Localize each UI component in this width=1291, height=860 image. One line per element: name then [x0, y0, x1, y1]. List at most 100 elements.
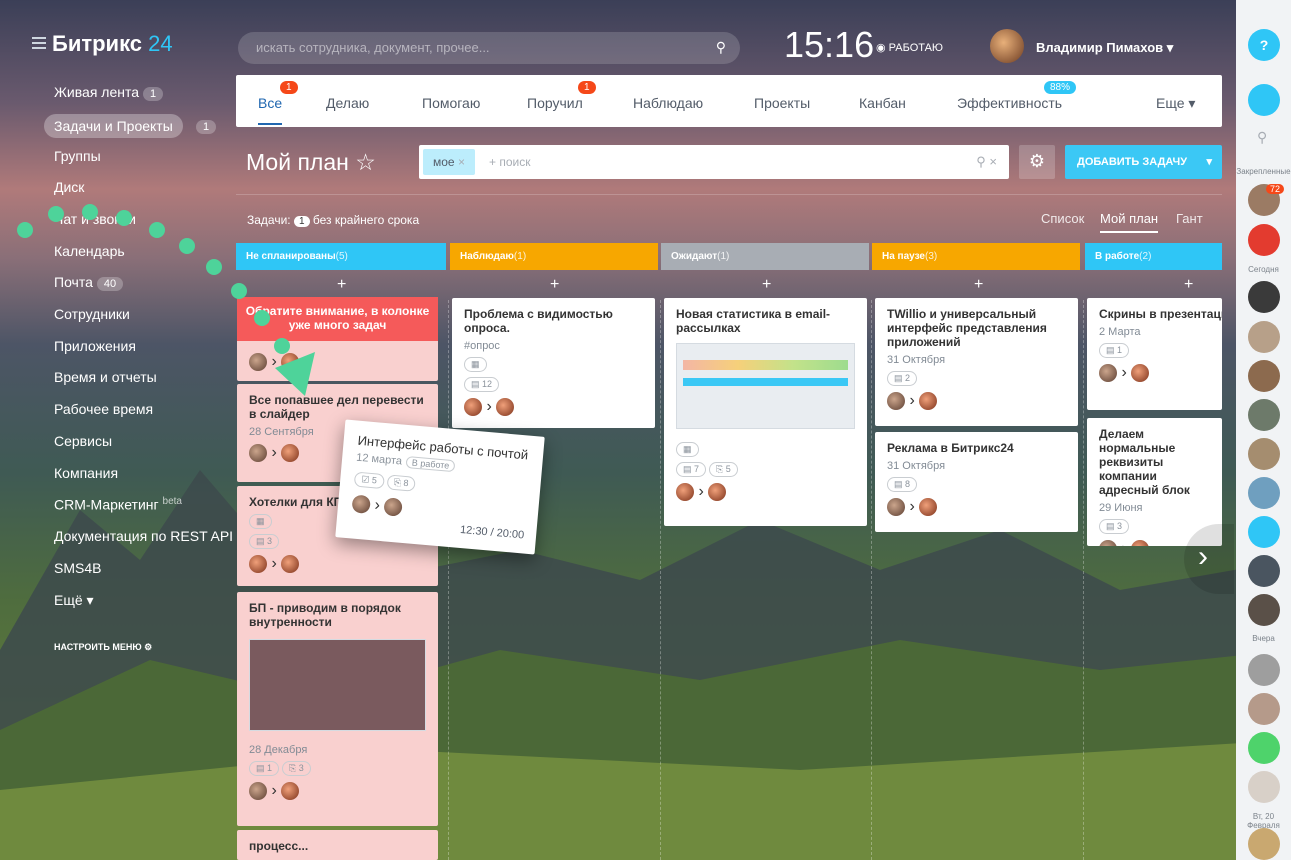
- add-card-icon[interactable]: +: [337, 276, 346, 294]
- drag-path-dot: [231, 283, 247, 299]
- avatar[interactable]: [1248, 281, 1280, 313]
- add-card-icon[interactable]: +: [550, 276, 559, 294]
- logo[interactable]: Битрикс 24: [52, 31, 173, 57]
- user-menu[interactable]: Владимир Пимахов ▾: [1036, 40, 1173, 56]
- clock[interactable]: 15:16: [784, 24, 874, 66]
- tab-helping[interactable]: Помогаю: [422, 95, 480, 111]
- avatar[interactable]: [1248, 224, 1280, 256]
- avatar[interactable]: [1248, 828, 1280, 860]
- avatar[interactable]: [1248, 693, 1280, 725]
- sidebar-item-tasks[interactable]: Задачи и Проекты: [44, 114, 183, 138]
- comments-count: ▤ 12: [464, 377, 500, 392]
- search-icon[interactable]: ⚲ ×: [976, 154, 997, 170]
- search-icon[interactable]: ⚲: [1257, 129, 1267, 146]
- add-task-button[interactable]: ДОБАВИТЬ ЗАДАЧУ ▾: [1065, 145, 1222, 179]
- tab-efficiency[interactable]: Эффективность 88%: [957, 81, 1077, 111]
- tab-all[interactable]: Все 1: [258, 81, 298, 125]
- setup-menu-button[interactable]: НАСТРОИТЬ МЕНЮ ⚙: [54, 642, 152, 653]
- task-card[interactable]: TWillio и универсальный интерфейс предст…: [875, 298, 1078, 426]
- avatars: ›: [1087, 358, 1222, 388]
- column-divider: [448, 300, 449, 860]
- tabs-bar: Все 1 Делаю Помогаю Поручил 1 Наблюдаю Про…: [236, 75, 1222, 127]
- column-header-paused[interactable]: На паузе(3): [872, 243, 1080, 270]
- column-header-unplanned[interactable]: Не спланированы(5): [236, 243, 446, 270]
- sidebar-item-employees[interactable]: Сотрудники: [54, 306, 130, 322]
- tab-watching[interactable]: Наблюдаю: [633, 95, 703, 111]
- filter-search[interactable]: мое × + поиск ⚲ ×: [419, 145, 1009, 179]
- task-card[interactable]: Новая статистика в email-рассылках ▦ ▤ 7…: [664, 298, 867, 526]
- chat-icon[interactable]: [1248, 516, 1280, 548]
- tab-projects[interactable]: Проекты: [754, 95, 810, 111]
- gear-icon: ⚙: [144, 642, 153, 652]
- tab-kanban[interactable]: Канбан: [859, 95, 906, 111]
- work-status[interactable]: ◉ РАБОТАЮ: [876, 41, 943, 54]
- app-window: Битрикс 24 искать сотрудника, документ, …: [0, 0, 1291, 860]
- avatar[interactable]: [1248, 438, 1280, 470]
- sidebar-item-calendar[interactable]: Календарь: [54, 243, 125, 259]
- sidebar-item-apps[interactable]: Приложения: [54, 338, 136, 354]
- sidebar-item-time-reports[interactable]: Время и отчеты: [54, 369, 157, 385]
- avatar[interactable]: [1248, 594, 1280, 626]
- sidebar-item-company[interactable]: Компания: [54, 465, 118, 481]
- card-image: [249, 639, 426, 731]
- avatar[interactable]: [1248, 321, 1280, 353]
- drag-path-dot: [48, 206, 64, 222]
- files-count: ⎘ 5: [709, 462, 738, 477]
- view-list[interactable]: Список: [1041, 211, 1084, 226]
- calendar-icon: ▦: [249, 514, 272, 529]
- task-card[interactable]: процесс...: [237, 830, 438, 860]
- chevron-down-icon[interactable]: ▾: [1206, 155, 1212, 168]
- filter-chip[interactable]: мое ×: [423, 149, 475, 175]
- tab-more[interactable]: Еще ▾: [1156, 95, 1195, 112]
- avatar[interactable]: [1248, 360, 1280, 392]
- add-card-icon[interactable]: +: [974, 276, 983, 294]
- avatar[interactable]: [1248, 555, 1280, 587]
- sidebar-item-sms4b[interactable]: SMS4B: [54, 560, 101, 576]
- add-card-icon[interactable]: +: [1184, 276, 1193, 294]
- task-card[interactable]: Реклама в Битрикс24 31 Октября ▤ 8 ›: [875, 432, 1078, 532]
- avatars: ›: [237, 549, 438, 579]
- close-icon[interactable]: ×: [458, 155, 465, 169]
- sidebar-item-live-feed[interactable]: Живая лента 1: [54, 84, 164, 101]
- search-icon[interactable]: ⚲: [716, 39, 726, 56]
- search-input[interactable]: искать сотрудника, документ, прочее... ⚲: [238, 32, 740, 64]
- task-card[interactable]: Делаем нормальные реквизиты компании адр…: [1087, 418, 1222, 546]
- sidebar-item-more[interactable]: Ещё ▾: [54, 592, 94, 609]
- view-gantt[interactable]: Гант: [1176, 211, 1203, 226]
- sidebar-item-disk[interactable]: Диск: [54, 179, 84, 195]
- calendar-icon: ▦: [464, 357, 487, 372]
- avatars: ›: [237, 776, 438, 806]
- avatars: ›: [452, 392, 655, 422]
- column-header-waiting[interactable]: Ожидают(1): [661, 243, 869, 270]
- view-my-plan[interactable]: Мой план: [1100, 211, 1159, 233]
- column-header-watching[interactable]: Наблюдаю(1): [450, 243, 658, 270]
- menu-icon[interactable]: [32, 37, 46, 52]
- tab-doing[interactable]: Делаю: [326, 95, 369, 111]
- task-card[interactable]: БП - приводим в порядок внутренности 28 …: [237, 592, 438, 826]
- help-icon[interactable]: ?: [1248, 29, 1280, 61]
- sidebar-item-crm-marketing[interactable]: CRM-Маркетинг beta: [54, 496, 182, 513]
- lock-icon[interactable]: [1248, 732, 1280, 764]
- star-icon[interactable]: ☆: [355, 149, 376, 175]
- column-divider: [871, 300, 872, 860]
- add-card-icon[interactable]: +: [762, 276, 771, 294]
- column-header-in-progress[interactable]: В работе(2): [1085, 243, 1222, 270]
- sidebar-item-mail[interactable]: Почта 40: [54, 274, 124, 291]
- settings-button[interactable]: ⚙: [1019, 145, 1055, 179]
- divider: [236, 194, 1222, 195]
- sidebar-item-rest-api[interactable]: Документация по REST API: [54, 528, 233, 544]
- user-avatar[interactable]: [990, 29, 1024, 63]
- avatar[interactable]: [1248, 477, 1280, 509]
- sidebar-item-groups[interactable]: Группы: [54, 148, 101, 164]
- avatar[interactable]: [1248, 654, 1280, 686]
- avatar[interactable]: [1248, 399, 1280, 431]
- avatars: ›: [664, 477, 867, 507]
- sidebar-item-services[interactable]: Сервисы: [54, 433, 112, 449]
- task-card[interactable]: Проблема с видимостью опроса. #опрос ▦ ▤…: [452, 298, 655, 428]
- tab-assigned[interactable]: Поручил 1: [527, 81, 596, 111]
- task-card[interactable]: Скрины в презентации марта 2018 2 Марта …: [1087, 298, 1222, 410]
- sidebar-item-work-time[interactable]: Рабочее время: [54, 401, 153, 417]
- avatar[interactable]: [1248, 771, 1280, 803]
- notifications-icon[interactable]: [1248, 84, 1280, 116]
- dragged-task-card[interactable]: Интерфейс работы с почтой 12 марта В рабо…: [335, 419, 545, 555]
